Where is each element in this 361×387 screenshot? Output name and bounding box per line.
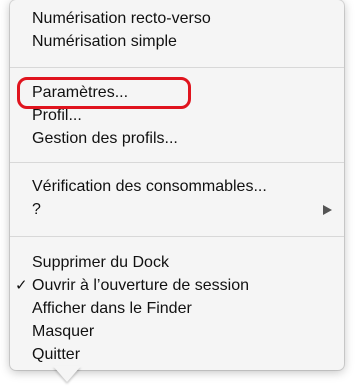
menu-item-quit[interactable]: Quitter [32,344,80,366]
menu-item-help-label: ? [32,201,41,218]
menu-separator [10,67,344,68]
menu-item-help-submenu[interactable]: ? [32,199,332,221]
menu-item-duplex-scan[interactable]: Numérisation recto-verso [32,8,211,30]
menu-item-manage-profiles[interactable]: Gestion des profils... [32,128,178,150]
highlight-annotation [17,77,191,109]
menu-item-hide[interactable]: Masquer [32,321,94,343]
checkmark-icon: ✓ [15,277,28,294]
menu-item-simplex-scan[interactable]: Numérisation simple [32,31,177,53]
menu-item-show-in-finder[interactable]: Afficher dans le Finder [32,298,192,320]
menu-item-check-consumables[interactable]: Vérification des consommables... [32,176,267,198]
menu-item-open-at-login[interactable]: Ouvrir à l’ouverture de session [32,275,249,297]
menu-separator [10,236,344,237]
menu-pointer [53,366,81,382]
menu-item-remove-from-dock[interactable]: Supprimer du Dock [32,252,169,274]
dock-context-menu: Numérisation recto-verso Numérisation si… [10,0,344,370]
menu-separator [10,162,344,163]
submenu-arrow-icon [323,205,332,215]
